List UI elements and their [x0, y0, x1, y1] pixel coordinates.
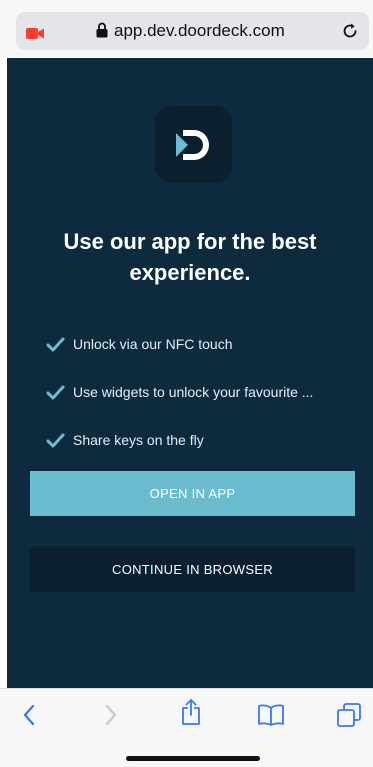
headline-line-2: experience.	[129, 260, 251, 285]
open-in-app-button[interactable]: OPEN IN APP	[30, 471, 355, 516]
browser-top-bar: app.dev.doordeck.com	[0, 0, 373, 58]
feature-item: Use widgets to unlock your favourite ...	[46, 368, 356, 416]
home-indicator[interactable]	[126, 756, 260, 761]
feature-list: Unlock via our NFC touch Use widgets to …	[46, 320, 356, 464]
feature-text: Share keys on the fly	[73, 432, 204, 448]
check-icon	[46, 385, 65, 399]
web-page: Use our app for the best experience. Unl…	[7, 58, 373, 688]
check-icon	[46, 337, 65, 351]
video-camera-icon[interactable]	[26, 26, 44, 39]
url-text[interactable]: app.dev.doordeck.com	[114, 21, 285, 41]
bookmarks-icon[interactable]	[256, 701, 286, 729]
reload-icon[interactable]	[341, 22, 359, 40]
continue-in-browser-button[interactable]: CONTINUE IN BROWSER	[30, 547, 355, 592]
feature-item: Share keys on the fly	[46, 416, 356, 464]
share-icon[interactable]	[176, 698, 206, 726]
check-icon	[46, 433, 65, 447]
page-headline: Use our app for the best experience.	[7, 226, 373, 288]
headline-line-1: Use our app for the best	[63, 229, 317, 254]
feature-text: Use widgets to unlock your favourite ...	[73, 384, 314, 400]
lock-icon	[96, 22, 108, 38]
address-bar[interactable]: app.dev.doordeck.com	[16, 12, 369, 50]
forward-icon[interactable]	[96, 701, 126, 729]
doordeck-logo-icon	[155, 106, 232, 183]
tabs-icon[interactable]	[334, 701, 364, 729]
feature-item: Unlock via our NFC touch	[46, 320, 356, 368]
phone-screen: app.dev.doordeck.com Use our app for the…	[0, 0, 373, 767]
back-icon[interactable]	[14, 701, 44, 729]
feature-text: Unlock via our NFC touch	[73, 336, 233, 352]
